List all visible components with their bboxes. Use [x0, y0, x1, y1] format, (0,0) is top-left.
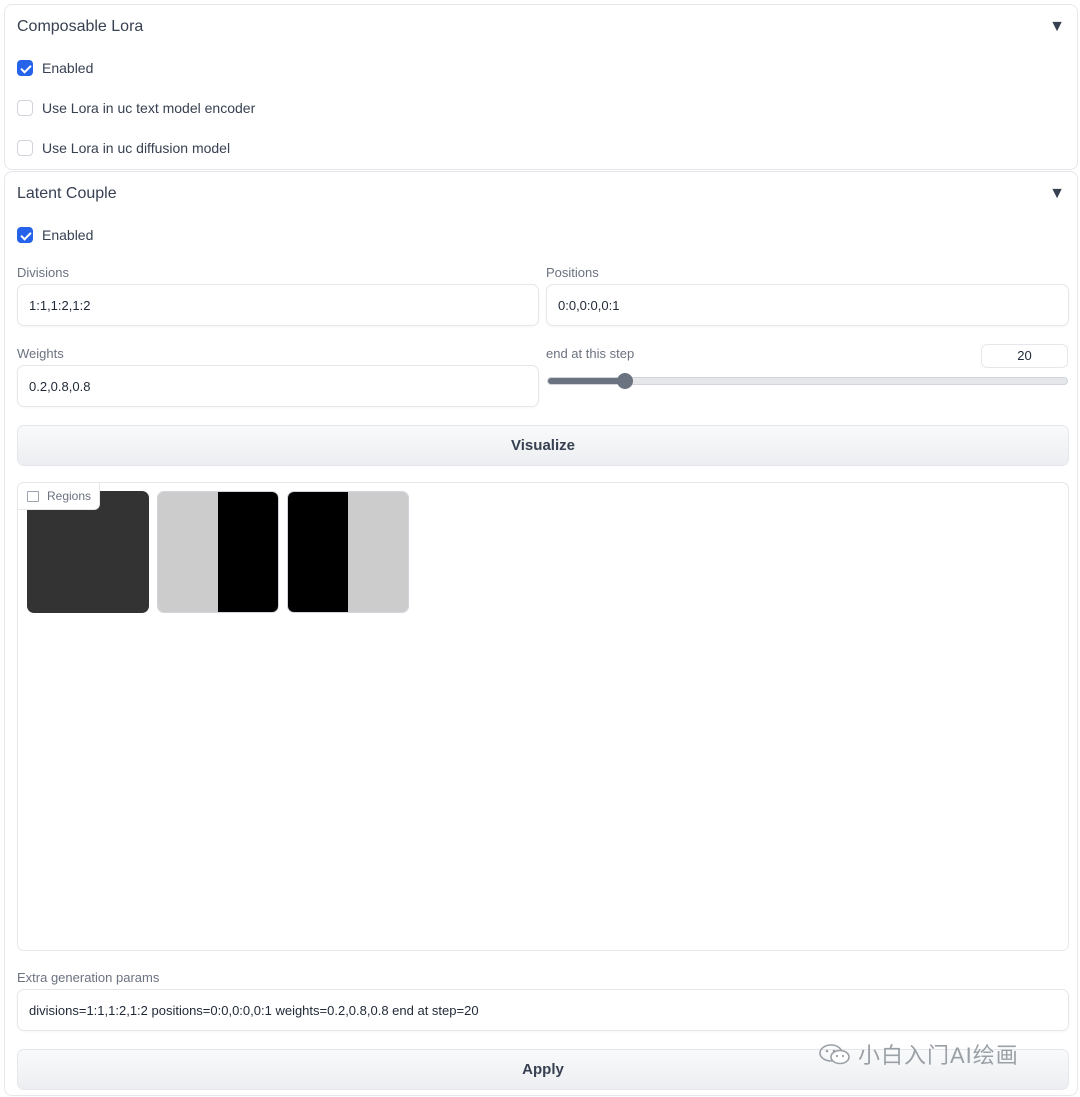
end-step-label: end at this step — [546, 346, 635, 361]
slider-thumb[interactable] — [617, 373, 634, 389]
visualize-button[interactable]: Visualize — [17, 425, 1069, 466]
extra-params-input[interactable]: divisions=1:1,1:2,1:2 positions=0:0,0:0,… — [17, 989, 1069, 1031]
lora-enabled-checkbox[interactable]: Enabled — [17, 60, 93, 76]
wechat-icon — [819, 1044, 850, 1065]
composable-lora-title[interactable]: Composable Lora — [17, 18, 143, 36]
region-thumbnail[interactable] — [157, 491, 279, 613]
extra-params-label: Extra generation params — [17, 970, 160, 985]
region-left-half — [288, 492, 348, 612]
region-thumbnail[interactable] — [287, 491, 409, 613]
uc-text-encoder-label: Use Lora in uc text model encoder — [42, 100, 256, 116]
latent-couple-title[interactable]: Latent Couple — [17, 185, 117, 203]
slider-fill — [548, 378, 626, 384]
region-right-half — [88, 491, 149, 613]
check-icon[interactable] — [17, 227, 33, 243]
uc-diffusion-checkbox[interactable]: Use Lora in uc diffusion model — [17, 140, 230, 156]
lora-enabled-label: Enabled — [42, 60, 94, 76]
triangle-down-icon[interactable]: ▼ — [1049, 18, 1065, 36]
watermark-text: 小白入门AI绘画 — [858, 1043, 1019, 1068]
checkbox-box[interactable] — [17, 100, 33, 116]
uc-text-encoder-checkbox[interactable]: Use Lora in uc text model encoder — [17, 100, 255, 116]
image-icon — [27, 490, 39, 502]
uc-diffusion-label: Use Lora in uc diffusion model — [42, 140, 231, 156]
regions-gallery: Regions — [17, 482, 1069, 951]
latent-enabled-label: Enabled — [42, 227, 94, 243]
positions-input[interactable]: 0:0,0:0,0:1 — [546, 284, 1069, 326]
check-icon[interactable] — [17, 60, 33, 76]
end-step-number-input[interactable]: 20 — [981, 344, 1068, 368]
composable-lora-panel: Composable Lora ▼ Enabled Use Lora in uc… — [4, 4, 1078, 170]
region-right-half — [218, 492, 278, 612]
latent-enabled-checkbox[interactable]: Enabled — [17, 227, 93, 243]
regions-label-text: Regions — [47, 489, 92, 503]
latent-couple-panel: Latent Couple ▼ Enabled Divisions 1:1,1:… — [4, 171, 1078, 1096]
divisions-label: Divisions — [17, 265, 70, 280]
regions-label: Regions — [18, 483, 101, 510]
weights-label: Weights — [17, 346, 64, 361]
triangle-down-icon[interactable]: ▼ — [1049, 185, 1065, 203]
watermark: 小白入门AI绘画 — [818, 1038, 1019, 1070]
region-left-half — [158, 492, 218, 612]
checkbox-box[interactable] — [17, 140, 33, 156]
positions-label: Positions — [546, 265, 599, 280]
divisions-input[interactable]: 1:1,1:2,1:2 — [17, 284, 539, 326]
region-right-half — [348, 492, 408, 612]
weights-input[interactable]: 0.2,0.8,0.8 — [17, 365, 539, 407]
